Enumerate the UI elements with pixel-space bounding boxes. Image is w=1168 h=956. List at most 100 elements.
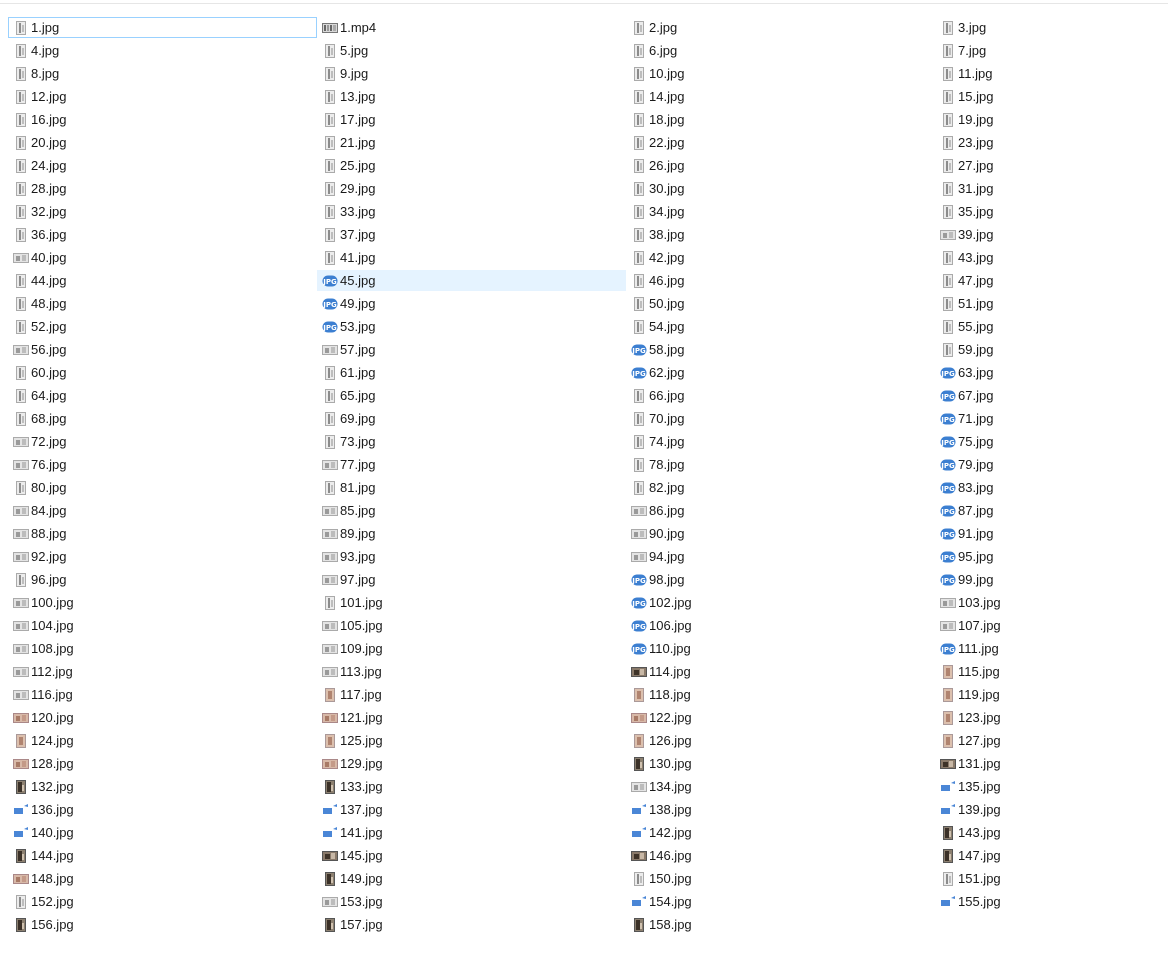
file-item[interactable]: 11.jpg xyxy=(935,63,1157,84)
file-item[interactable]: 114.jpg xyxy=(626,661,935,682)
file-item[interactable]: 38.jpg xyxy=(626,224,935,245)
file-item[interactable]: 150.jpg xyxy=(626,868,935,889)
file-item[interactable]: 146.jpg xyxy=(626,845,935,866)
file-item[interactable]: 80.jpg xyxy=(8,477,317,498)
file-item[interactable]: 93.jpg xyxy=(317,546,626,567)
file-item[interactable]: 148.jpg xyxy=(8,868,317,889)
file-item[interactable]: 1.mp4 xyxy=(317,17,626,38)
file-item[interactable]: 8.jpg xyxy=(8,63,317,84)
file-item[interactable]: 82.jpg xyxy=(626,477,935,498)
file-item[interactable]: 137.jpg xyxy=(317,799,626,820)
file-item[interactable]: 65.jpg xyxy=(317,385,626,406)
file-item[interactable]: 155.jpg xyxy=(935,891,1157,912)
file-item[interactable]: 42.jpg xyxy=(626,247,935,268)
file-item[interactable]: 78.jpg xyxy=(626,454,935,475)
file-item[interactable]: 14.jpg xyxy=(626,86,935,107)
file-item[interactable]: 46.jpg xyxy=(626,270,935,291)
file-item[interactable]: 86.jpg xyxy=(626,500,935,521)
file-item[interactable]: 128.jpg xyxy=(8,753,317,774)
file-item[interactable]: 84.jpg xyxy=(8,500,317,521)
file-item[interactable]: 32.jpg xyxy=(8,201,317,222)
file-item[interactable]: 113.jpg xyxy=(317,661,626,682)
file-item[interactable]: 68.jpg xyxy=(8,408,317,429)
file-item[interactable]: JPG 106.jpg xyxy=(626,615,935,636)
file-item[interactable]: JPG 63.jpg xyxy=(935,362,1157,383)
file-item[interactable]: 31.jpg xyxy=(935,178,1157,199)
file-item[interactable]: 22.jpg xyxy=(626,132,935,153)
file-item[interactable]: 125.jpg xyxy=(317,730,626,751)
file-item[interactable]: 64.jpg xyxy=(8,385,317,406)
file-item[interactable]: 145.jpg xyxy=(317,845,626,866)
file-item[interactable]: 120.jpg xyxy=(8,707,317,728)
file-item[interactable]: 126.jpg xyxy=(626,730,935,751)
file-item[interactable]: 158.jpg xyxy=(626,914,935,935)
file-item[interactable]: 117.jpg xyxy=(317,684,626,705)
file-item[interactable]: 69.jpg xyxy=(317,408,626,429)
file-item[interactable]: 133.jpg xyxy=(317,776,626,797)
file-item[interactable]: 35.jpg xyxy=(935,201,1157,222)
file-item[interactable]: 118.jpg xyxy=(626,684,935,705)
file-item[interactable]: 54.jpg xyxy=(626,316,935,337)
file-item[interactable]: 92.jpg xyxy=(8,546,317,567)
file-item[interactable]: 104.jpg xyxy=(8,615,317,636)
file-item[interactable]: 142.jpg xyxy=(626,822,935,843)
file-item[interactable]: 81.jpg xyxy=(317,477,626,498)
file-item[interactable]: JPG 87.jpg xyxy=(935,500,1157,521)
file-item[interactable]: 33.jpg xyxy=(317,201,626,222)
file-item[interactable]: 43.jpg xyxy=(935,247,1157,268)
file-item[interactable]: 15.jpg xyxy=(935,86,1157,107)
file-item[interactable]: 147.jpg xyxy=(935,845,1157,866)
file-item[interactable]: 56.jpg xyxy=(8,339,317,360)
file-item[interactable]: 61.jpg xyxy=(317,362,626,383)
file-item[interactable]: 66.jpg xyxy=(626,385,935,406)
file-item[interactable]: 115.jpg xyxy=(935,661,1157,682)
file-item[interactable]: 30.jpg xyxy=(626,178,935,199)
file-item[interactable]: 48.jpg xyxy=(8,293,317,314)
file-item[interactable]: 122.jpg xyxy=(626,707,935,728)
file-item[interactable]: 40.jpg xyxy=(8,247,317,268)
file-item[interactable]: JPG 91.jpg xyxy=(935,523,1157,544)
file-item[interactable]: 105.jpg xyxy=(317,615,626,636)
file-item[interactable]: 85.jpg xyxy=(317,500,626,521)
file-item[interactable]: 121.jpg xyxy=(317,707,626,728)
file-item[interactable]: 13.jpg xyxy=(317,86,626,107)
file-item[interactable]: 138.jpg xyxy=(626,799,935,820)
file-item[interactable]: JPG 49.jpg xyxy=(317,293,626,314)
file-item[interactable]: 139.jpg xyxy=(935,799,1157,820)
file-item[interactable]: JPG 102.jpg xyxy=(626,592,935,613)
file-item[interactable]: 97.jpg xyxy=(317,569,626,590)
file-item[interactable]: 5.jpg xyxy=(317,40,626,61)
file-item[interactable]: 23.jpg xyxy=(935,132,1157,153)
file-item[interactable]: 141.jpg xyxy=(317,822,626,843)
file-item[interactable]: 52.jpg xyxy=(8,316,317,337)
file-item[interactable]: 151.jpg xyxy=(935,868,1157,889)
file-item[interactable]: 50.jpg xyxy=(626,293,935,314)
file-item[interactable]: 130.jpg xyxy=(626,753,935,774)
file-item[interactable]: 152.jpg xyxy=(8,891,317,912)
file-item[interactable]: 18.jpg xyxy=(626,109,935,130)
file-item[interactable]: 47.jpg xyxy=(935,270,1157,291)
file-item[interactable]: JPG 75.jpg xyxy=(935,431,1157,452)
file-item[interactable]: 27.jpg xyxy=(935,155,1157,176)
file-item[interactable]: 41.jpg xyxy=(317,247,626,268)
file-item[interactable]: 132.jpg xyxy=(8,776,317,797)
file-item[interactable]: 123.jpg xyxy=(935,707,1157,728)
file-item[interactable]: 36.jpg xyxy=(8,224,317,245)
file-item[interactable]: 90.jpg xyxy=(626,523,935,544)
file-item[interactable]: 136.jpg xyxy=(8,799,317,820)
file-item[interactable]: 77.jpg xyxy=(317,454,626,475)
file-item[interactable]: 156.jpg xyxy=(8,914,317,935)
file-item[interactable]: 74.jpg xyxy=(626,431,935,452)
file-item[interactable]: 25.jpg xyxy=(317,155,626,176)
file-item[interactable]: 12.jpg xyxy=(8,86,317,107)
file-item[interactable]: 3.jpg xyxy=(935,17,1157,38)
file-item[interactable]: 127.jpg xyxy=(935,730,1157,751)
file-item[interactable]: JPG 98.jpg xyxy=(626,569,935,590)
file-item[interactable]: 129.jpg xyxy=(317,753,626,774)
file-item[interactable]: 154.jpg xyxy=(626,891,935,912)
file-item[interactable]: 101.jpg xyxy=(317,592,626,613)
file-item[interactable]: 88.jpg xyxy=(8,523,317,544)
file-item[interactable]: 9.jpg xyxy=(317,63,626,84)
file-item[interactable]: 20.jpg xyxy=(8,132,317,153)
file-item[interactable]: 57.jpg xyxy=(317,339,626,360)
